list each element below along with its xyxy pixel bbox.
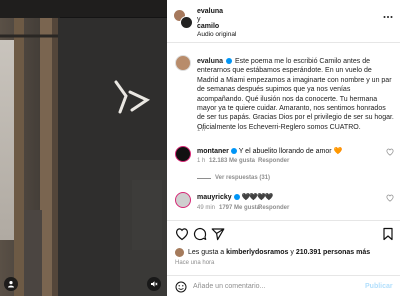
header-username[interactable]: evaluna [197,7,223,16]
likes-count[interactable]: 210.391 personas más [296,249,370,256]
save-icon[interactable] [381,227,395,241]
comment-time: 1 h [197,158,206,164]
verified-icon [230,148,237,155]
comment-time: 49 min [197,205,216,211]
mute-icon[interactable] [147,277,161,291]
heart-icon[interactable] [386,148,394,156]
post-header: evaluna y camilo Audio original [167,0,400,43]
verified-icon [226,58,233,65]
avatar[interactable] [175,248,184,257]
caption-time: 1 h [197,127,206,133]
more-icon[interactable] [383,15,393,19]
caption: evaluna Este poema me lo escribió Camilo… [197,57,395,132]
post-viewer: evaluna y camilo Audio original evaluna … [0,0,400,296]
divider [197,178,211,179]
reply-button[interactable]: Responder [258,157,289,166]
avatar[interactable] [175,55,191,71]
comment-likes[interactable]: 12.183 Me gusta [209,157,255,166]
heart-icon[interactable] [175,227,189,241]
person-icon[interactable] [4,277,18,291]
verified-icon [233,194,240,201]
comment-input[interactable]: Añade un comentario... [193,282,265,291]
divider [167,220,400,221]
likes-prefix: Les gusta a [188,249,225,256]
comment-username[interactable]: mauyricky [197,194,232,201]
comment-likes[interactable]: 1797 Me gusta [219,204,260,213]
avatar[interactable] [175,146,191,162]
post-time: Hace una hora [175,260,215,266]
likes-line: Les gusta a kimberlydosramos y 210.391 p… [188,248,370,257]
avatar[interactable] [180,16,193,29]
caption-text: Este poema me lo escribió Camilo antes d… [197,58,394,131]
action-bar [175,227,395,243]
heart-icon[interactable] [386,194,394,202]
avatar[interactable] [175,192,191,208]
comment-text: 🖤🖤🖤🖤 [241,194,274,201]
likes-mid: y [290,249,294,256]
post-details: evaluna y camilo Audio original evaluna … [167,0,400,296]
publish-button[interactable]: Publicar [365,282,393,291]
video-frame [0,0,167,296]
comment-username[interactable]: montaner [197,148,229,155]
reply-button[interactable]: Responder [258,204,289,213]
comment-row: montaner Y el abuelito llorando de amor … [197,147,342,156]
emoji-icon[interactable] [175,281,187,293]
view-replies-button[interactable]: Ver respuestas (31) [215,174,270,183]
comment-text: Y el abuelito llorando de amor 🧡 [238,148,343,155]
comment-icon[interactable] [193,227,207,241]
post-video[interactable] [0,0,167,296]
comment-row: mauyricky 🖤🖤🖤🖤 [197,193,274,202]
share-icon[interactable] [211,227,225,241]
audio-label[interactable]: Audio original [197,30,236,39]
caption-username[interactable]: evaluna [197,58,223,65]
comment-bar: Añade un comentario... Publicar [167,275,400,297]
likes-user[interactable]: kimberlydosramos [226,249,288,256]
